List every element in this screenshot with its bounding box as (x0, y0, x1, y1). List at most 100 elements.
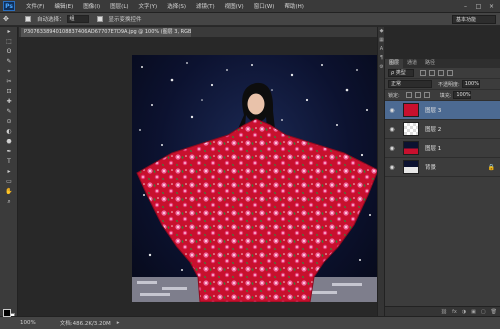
visibility-eye-icon[interactable]: ◉ (387, 164, 397, 171)
menu-edit[interactable]: 编辑(E) (49, 2, 78, 10)
lock-row: 锁定: 填充: 100% (385, 90, 500, 101)
lock-pixels-icon[interactable] (405, 92, 412, 98)
healing-tool-icon[interactable]: ⊡ (0, 87, 18, 97)
show-transform-label: 显示变换控件 (108, 17, 142, 23)
lock-all-icon[interactable] (423, 92, 430, 98)
quick-select-tool-icon[interactable]: ✎ (0, 57, 18, 67)
menu-select[interactable]: 选择(S) (162, 2, 191, 10)
layer-name[interactable]: 背景 (425, 163, 436, 171)
status-menu-arrow-icon[interactable]: ▸ (117, 320, 120, 326)
new-layer-icon[interactable]: ▢ (481, 309, 486, 315)
link-layers-icon[interactable]: ⛓ (441, 309, 447, 315)
stamp-tool-icon[interactable]: ✎ (0, 107, 18, 117)
close-icon[interactable]: × (487, 3, 496, 10)
gradient-tool-icon[interactable]: ⬣ (0, 137, 18, 147)
lock-icon: 🔒 (487, 163, 495, 171)
layer-thumbnail (403, 122, 419, 136)
character-panel-icon[interactable]: A (378, 45, 385, 54)
eraser-tool-icon[interactable]: ◐ (0, 127, 18, 137)
canvas-image[interactable] (132, 55, 378, 302)
pixel-filter-icon[interactable] (420, 70, 426, 76)
menu-bar: Ps 文件(F) 编辑(E) 图像(I) 图层(L) 文字(Y) 选择(S) 滤… (0, 0, 500, 13)
lock-position-icon[interactable] (414, 92, 421, 98)
layer-name[interactable]: 图层 3 (425, 106, 441, 114)
zoom-tool-icon[interactable]: ⌕ (0, 197, 18, 207)
tab-channels[interactable]: 通道 (403, 59, 421, 68)
move-tool-icon[interactable]: ✥ (3, 15, 17, 23)
layer-row[interactable]: ◉ 图层 2 (385, 120, 500, 139)
lock-label: 锁定: (388, 92, 400, 99)
lasso-tool-icon[interactable]: ʘ (0, 47, 18, 57)
fill-input[interactable]: 100% (453, 91, 472, 99)
history-panel-icon[interactable]: ◆ (378, 27, 385, 36)
swatches-panel-icon[interactable]: ▦ (378, 36, 385, 45)
auto-select-dropdown[interactable]: 组 (66, 15, 89, 23)
blend-row: 正常 不透明度: 100% (385, 79, 500, 90)
menu-layer[interactable]: 图层(L) (105, 2, 133, 10)
layer-filter-row: ρ 类型 (385, 68, 500, 79)
blend-mode-select[interactable]: 正常 (388, 80, 432, 88)
tab-layers[interactable]: 图层 (385, 59, 404, 68)
auto-select-checkbox[interactable] (25, 16, 31, 22)
layer-name[interactable]: 图层 1 (425, 144, 441, 152)
layer-mask-icon[interactable]: ▣ (471, 309, 476, 315)
panel-footer: ⛓ fx ◑ ▣ ▢ 🗑 (385, 306, 500, 316)
trash-icon[interactable]: 🗑 (491, 309, 497, 315)
options-bar: ✥ 自动选择： 组 显示变换控件 基本功能 (0, 13, 500, 26)
eyedropper-tool-icon[interactable]: ✂ (0, 77, 18, 87)
document-tab[interactable]: P3076338940108837406AD67707E7D9A.jpg @ 1… (21, 28, 191, 37)
layer-filter-select[interactable]: ρ 类型 (388, 69, 414, 77)
visibility-eye-icon[interactable]: ◉ (387, 126, 397, 133)
menu-window[interactable]: 窗口(W) (249, 2, 280, 10)
opacity-label: 不透明度: (438, 81, 460, 88)
lock-icons (405, 92, 430, 98)
tools-panel: ▸ ⬚ ʘ ✎ ⌖ ✂ ⊡ ✚ ✎ ⊙ ◐ ⬣ ✒ T ▸ ▭ ✋ ⌕ (0, 27, 18, 321)
window-controls: – □ × (461, 3, 500, 10)
dress-artwork (132, 62, 378, 302)
history-brush-tool-icon[interactable]: ⊙ (0, 117, 18, 127)
maximize-icon[interactable]: □ (474, 3, 483, 10)
layer-style-icon[interactable]: fx (452, 309, 457, 315)
layers-panel: 图层 通道 路径 ρ 类型 正常 不透明度: 100% 锁定: 填充: 100%… (384, 59, 500, 316)
shape-tool-icon[interactable]: ▭ (0, 177, 18, 187)
minimize-icon[interactable]: – (461, 3, 470, 10)
document-size: 文档:486.2K/3.20M (59, 321, 111, 327)
type-filter-icon[interactable] (438, 70, 444, 76)
photoshop-logo: Ps (3, 1, 15, 11)
crop-tool-icon[interactable]: ⌖ (0, 67, 18, 77)
panel-dock: ◆ ▦ A ¶ ⚙ (377, 27, 384, 316)
panel-tabs: 图层 通道 路径 (385, 59, 500, 68)
menu-filter[interactable]: 滤镜(T) (191, 2, 220, 10)
adjustment-layer-icon[interactable]: ◑ (462, 309, 466, 315)
adjust-filter-icon[interactable] (429, 70, 435, 76)
move-tool-icon[interactable]: ▸ (0, 27, 18, 37)
document-tab-bar: P3076338940108837406AD67707E7D9A.jpg @ 1… (19, 27, 377, 37)
path-select-tool-icon[interactable]: ▸ (0, 167, 18, 177)
menu-type[interactable]: 文字(Y) (134, 2, 163, 10)
zoom-level[interactable]: 100% (20, 320, 36, 326)
layer-thumbnail (403, 141, 419, 155)
tab-paths[interactable]: 路径 (421, 59, 439, 68)
type-tool-icon[interactable]: T (0, 157, 18, 167)
brush-tool-icon[interactable]: ✚ (0, 97, 18, 107)
marquee-tool-icon[interactable]: ⬚ (0, 37, 18, 47)
visibility-eye-icon[interactable]: ◉ (387, 107, 397, 114)
status-bar: 100% 文档:486.2K/3.20M ▸ (0, 316, 500, 329)
layer-row[interactable]: ◉ 图层 1 (385, 139, 500, 158)
visibility-eye-icon[interactable]: ◉ (387, 145, 397, 152)
layer-row[interactable]: ◉ 图层 3 (385, 101, 500, 120)
foreground-color-swatch[interactable] (3, 309, 11, 317)
menu-view[interactable]: 视图(V) (220, 2, 249, 10)
show-transform-checkbox[interactable] (96, 16, 103, 22)
opacity-input[interactable]: 100% (461, 80, 480, 88)
shape-filter-icon[interactable] (447, 70, 453, 76)
layer-row[interactable]: ◉ 背景 🔒 (385, 158, 500, 177)
menu-help[interactable]: 帮助(H) (279, 2, 308, 10)
menu-image[interactable]: 图像(I) (78, 2, 105, 10)
layer-name[interactable]: 图层 2 (425, 125, 441, 133)
hand-tool-icon[interactable]: ✋ (0, 187, 18, 197)
workspace-switcher[interactable]: 基本功能 (452, 14, 496, 24)
pen-tool-icon[interactable]: ✒ (0, 147, 18, 157)
menu-file[interactable]: 文件(F) (21, 2, 49, 10)
layer-filter-icons (420, 70, 453, 76)
